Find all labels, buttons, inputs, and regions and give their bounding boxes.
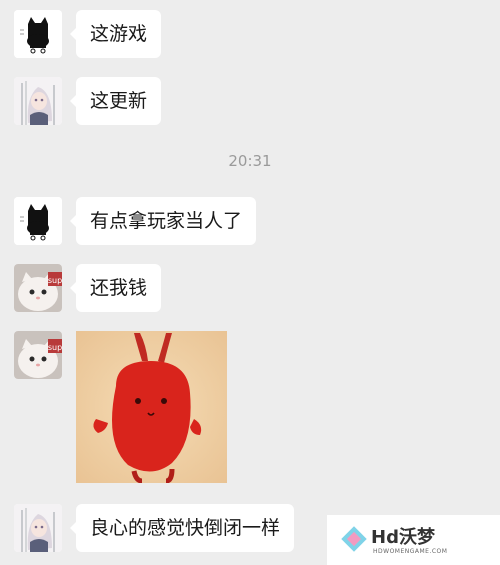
anime-girl-icon bbox=[14, 77, 62, 125]
white-cat-avatar[interactable]: sup bbox=[14, 331, 62, 379]
red-rabbit-sticker[interactable] bbox=[76, 331, 227, 483]
message-bubble[interactable]: 良心的感觉快倒闭一样 bbox=[69, 504, 295, 552]
black-cat-icon bbox=[14, 197, 62, 245]
message-timestamp: 20:31 bbox=[228, 152, 272, 170]
anime-girl-avatar[interactable] bbox=[14, 77, 62, 125]
message-text: 良心的感觉快倒闭一样 bbox=[90, 517, 281, 539]
watermark-url: HDWOMENGAME.COM bbox=[373, 548, 448, 555]
watermark-brand: Hd沃梦 bbox=[371, 527, 435, 548]
watermark: Hd沃梦 HDWOMENGAME.COM bbox=[327, 515, 500, 565]
message-text: 还我钱 bbox=[90, 277, 148, 299]
message-bubble[interactable]: 有点拿玩家当人了 bbox=[69, 197, 257, 245]
anime-girl-avatar[interactable] bbox=[14, 504, 62, 552]
message-text: 有点拿玩家当人了 bbox=[90, 210, 243, 232]
message-bubble[interactable]: 这更新 bbox=[69, 77, 162, 125]
chat-conversation: 这游戏 这更新 20:31 有点拿玩家当人了 sup 还我钱 sup 良心的感觉… bbox=[0, 0, 500, 565]
white-cat-icon: sup bbox=[14, 264, 62, 312]
black-cat-icon bbox=[14, 10, 62, 58]
avatar-sign-text: sup bbox=[48, 276, 62, 285]
anime-girl-icon bbox=[14, 504, 62, 552]
avatar-sign-text: sup bbox=[48, 343, 62, 352]
message-text: 这更新 bbox=[90, 90, 148, 112]
red-rabbit-icon bbox=[76, 331, 227, 483]
white-cat-avatar[interactable]: sup bbox=[14, 264, 62, 312]
message-text: 这游戏 bbox=[90, 23, 148, 45]
message-bubble[interactable]: 这游戏 bbox=[69, 10, 162, 58]
message-bubble[interactable]: 还我钱 bbox=[69, 264, 162, 312]
black-cat-avatar[interactable] bbox=[14, 10, 62, 58]
white-cat-icon: sup bbox=[14, 331, 62, 379]
black-cat-avatar[interactable] bbox=[14, 197, 62, 245]
watermark-logo-icon bbox=[341, 526, 367, 552]
